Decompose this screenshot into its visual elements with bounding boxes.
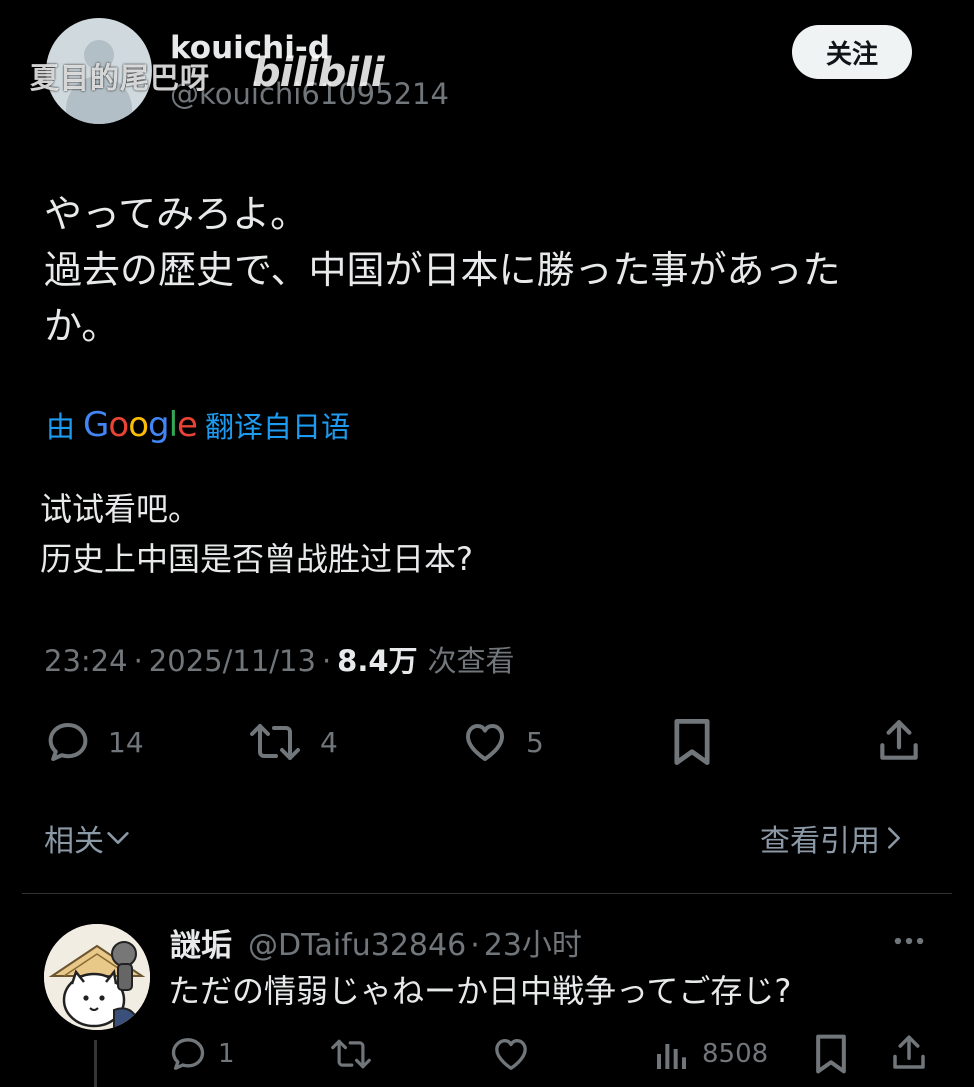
reply-icon — [171, 1038, 205, 1070]
reply-icon — [48, 723, 88, 761]
reply-button[interactable]: 14 — [44, 718, 144, 766]
translation-attribution[interactable]: 由 Google 翻译自日语 — [46, 404, 350, 446]
translated-line: 试试看吧。 — [40, 490, 201, 528]
watermark-text: 夏目的尾巴呀 — [30, 61, 211, 95]
view-count: 8.4万 — [337, 644, 418, 678]
related-label: 相关 — [44, 824, 104, 859]
translated-text: 试试看吧。 历史上中国是否曾战胜过日本? — [40, 484, 473, 584]
reply-share-button[interactable] — [888, 1032, 930, 1074]
retweet-count: 4 — [320, 725, 338, 759]
tweet-text-line: 過去の歴史で、中国が日本に勝った事があった — [44, 248, 841, 292]
reply-author-handle[interactable]: @DTaifu32846 — [248, 928, 466, 963]
tweet-text-line: やってみろよ。 — [44, 192, 309, 236]
reply-count: 14 — [108, 725, 144, 759]
chevron-right-icon — [888, 827, 900, 849]
section-divider — [22, 893, 952, 894]
reply-reply-count: 1 — [218, 1039, 235, 1069]
tweet-date[interactable]: 2025/11/13 — [149, 644, 316, 678]
more-options-button[interactable] — [890, 922, 928, 964]
heart-icon — [495, 1039, 527, 1070]
reply-text: ただの情弱じゃねーか日中戦争ってご存じ? — [168, 972, 792, 1010]
bookmark-icon — [816, 1034, 846, 1074]
reply-time[interactable]: 23小时 — [484, 928, 582, 963]
reply-view-count: 8508 — [702, 1039, 769, 1069]
like-button[interactable]: 5 — [460, 718, 544, 766]
analytics-icon — [657, 1044, 686, 1069]
reply-bookmark-button[interactable] — [812, 1032, 850, 1076]
tweet-meta: 23:24 · 2025/11/13 · 8.4万 次查看 — [44, 638, 515, 680]
reply-author-avatar[interactable] — [44, 924, 150, 1030]
retweet-icon — [331, 1039, 371, 1069]
google-logo: Google — [83, 405, 198, 445]
tweet-text: やってみろよ。 過去の歴史で、中国が日本に勝った事があった か。 — [44, 186, 934, 354]
reply-author-name[interactable]: 謎垢 — [170, 920, 232, 965]
reply-reply-button[interactable]: 1 — [168, 1034, 235, 1074]
translation-suffix: 翻译自日语 — [204, 410, 350, 444]
reply-retweet-button[interactable] — [328, 1034, 374, 1074]
chevron-down-icon — [107, 832, 129, 844]
translated-line: 历史上中国是否曾战胜过日本? — [40, 540, 473, 578]
tweet-time[interactable]: 23:24 — [44, 644, 128, 678]
views-label: 次查看 — [427, 644, 515, 678]
reply-author-handle-line: @DTaifu32846 · 23小时 — [248, 920, 582, 964]
meta-separator: · — [321, 644, 332, 678]
bookmark-button[interactable] — [670, 716, 714, 768]
translation-prefix: 由 — [46, 410, 76, 444]
reply-like-button[interactable] — [490, 1034, 532, 1074]
meta-separator: · — [133, 644, 143, 678]
thread-line — [94, 1040, 97, 1087]
follow-button[interactable]: 关注 — [792, 25, 912, 79]
share-button[interactable] — [874, 716, 924, 766]
bookmark-icon — [674, 719, 710, 765]
bilibili-watermark-logo: bilibili — [252, 50, 385, 96]
retweet-button[interactable]: 4 — [246, 718, 338, 766]
view-quotes-link[interactable]: 查看引用 — [760, 816, 908, 860]
heart-icon — [466, 724, 504, 761]
reply-views-button[interactable]: 8508 — [652, 1034, 768, 1074]
retweet-icon — [250, 724, 300, 760]
related-toggle[interactable]: 相关 — [44, 816, 132, 860]
cat-avatar-illustration — [44, 924, 150, 1030]
share-icon — [893, 1035, 925, 1069]
meta-separator: · — [470, 928, 480, 963]
tweet-text-line: か。 — [44, 304, 120, 348]
like-count: 5 — [526, 725, 544, 759]
view-quotes-label: 查看引用 — [760, 824, 880, 859]
more-icon — [894, 937, 924, 945]
share-icon — [880, 720, 918, 760]
